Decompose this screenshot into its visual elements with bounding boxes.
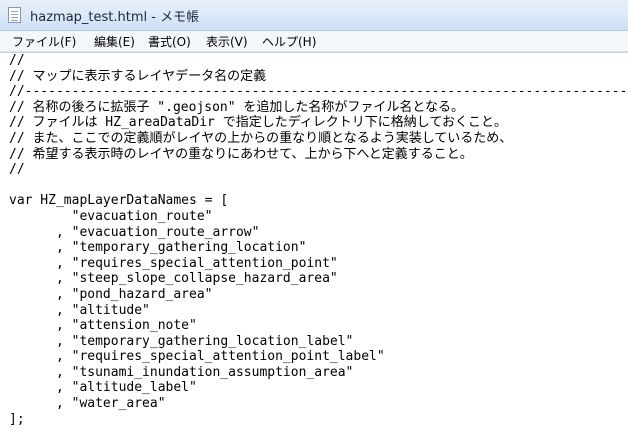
title-bar[interactable]: hazmap_test.html - メモ帳 <box>0 0 628 31</box>
code-line: , "tsunami_inundation_assumption_area" <box>9 364 354 380</box>
menu-help[interactable]: ヘルプ(H) <box>262 33 316 50</box>
code-line: // 希望する表示時のレイヤの重なりにあわせて、上から下へと定義すること。 <box>9 146 473 162</box>
code-line: // 名称の後ろに拡張子 ".geojson" を追加した名称がファイル名となる… <box>9 99 465 115</box>
code-line: // <box>9 162 25 178</box>
notepad-window: hazmap_test.html - メモ帳 ファイル(F) 編集(E) 書式(… <box>0 0 628 444</box>
text-editor-area[interactable]: //// マップに表示するレイヤデータ名の定義//---------------… <box>0 52 628 444</box>
code-line: , "steep_slope_collapse_hazard_area" <box>9 271 338 287</box>
code-line: "evacuation_route" <box>9 208 213 224</box>
code-line: , "temporary_gathering_location_label" <box>9 333 354 349</box>
code-line: , "water_area" <box>9 396 166 412</box>
code-line: // ファイルは HZ_areaDataDir で指定したディレクトリ下に格納し… <box>9 115 508 131</box>
menu-view[interactable]: 表示(V) <box>206 33 248 50</box>
code-line: , "temporary_gathering_location" <box>9 240 307 256</box>
code-line: , "evacuation_route_arrow" <box>9 224 260 240</box>
notepad-icon <box>8 7 21 23</box>
code-line: ]; <box>9 411 25 427</box>
code-line: , "requires_special_attention_point_labe… <box>9 349 385 365</box>
code-line: , "requires_special_attention_point" <box>9 255 338 271</box>
code-line: // マップに表示するレイヤデータ名の定義 <box>9 68 267 84</box>
menu-file[interactable]: ファイル(F) <box>12 33 76 50</box>
code-line: , "attension_note" <box>9 318 197 334</box>
menu-bar: ファイル(F) 編集(E) 書式(O) 表示(V) ヘルプ(H) <box>0 31 628 52</box>
code-line: , "pond_hazard_area" <box>9 286 213 302</box>
menu-edit[interactable]: 編集(E) <box>94 33 135 50</box>
editor-text: //// マップに表示するレイヤデータ名の定義//---------------… <box>9 53 628 427</box>
code-line: //--------------------------------------… <box>9 84 628 100</box>
code-line: var HZ_mapLayerDataNames = [ <box>9 193 229 209</box>
window-title: hazmap_test.html - メモ帳 <box>30 10 200 25</box>
code-line: // <box>9 53 25 68</box>
menu-format[interactable]: 書式(O) <box>148 33 191 50</box>
code-line: , "altitude" <box>9 302 150 318</box>
code-line: // また、ここでの定義順がレイヤの上からの重なり順となるよう実装しているため、 <box>9 130 513 146</box>
code-line: , "altitude_label" <box>9 380 197 396</box>
